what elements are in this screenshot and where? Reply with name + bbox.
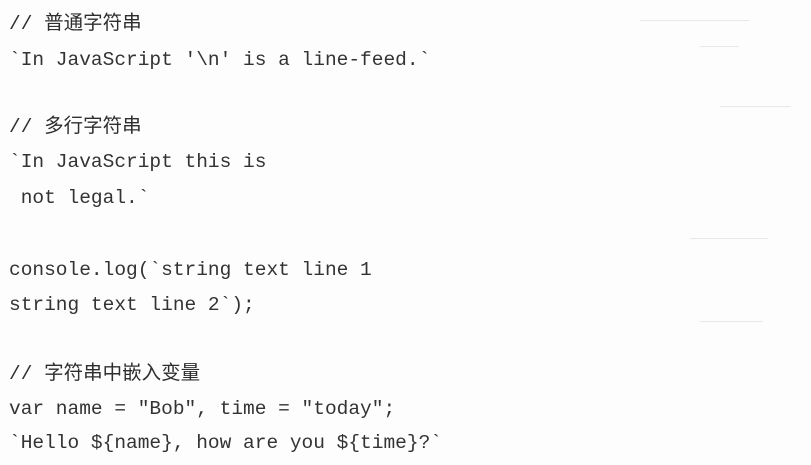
code-line: `In JavaScript this is xyxy=(9,151,267,173)
code-line: string text line 2`); xyxy=(9,294,255,316)
code-line: `In JavaScript '\n' is a line-feed.` xyxy=(9,49,431,71)
code-line: `Hello ${name}, how are you ${time}?` xyxy=(9,432,442,454)
code-line: not legal.` xyxy=(9,187,150,209)
code-comment-line: // 普通字符串 xyxy=(9,13,142,35)
code-line: var name = "Bob", time = "today"; xyxy=(9,398,396,420)
code-comment-line: // 字符串中嵌入变量 xyxy=(9,363,201,385)
code-comment-line: // 多行字符串 xyxy=(9,116,142,138)
document-page: ────────────── ───── ───────── ─────────… xyxy=(0,0,811,465)
code-line: console.log(`string text line 1 xyxy=(9,259,372,281)
code-listing: // 普通字符串 `In JavaScript '\n' is a line-f… xyxy=(9,0,804,465)
